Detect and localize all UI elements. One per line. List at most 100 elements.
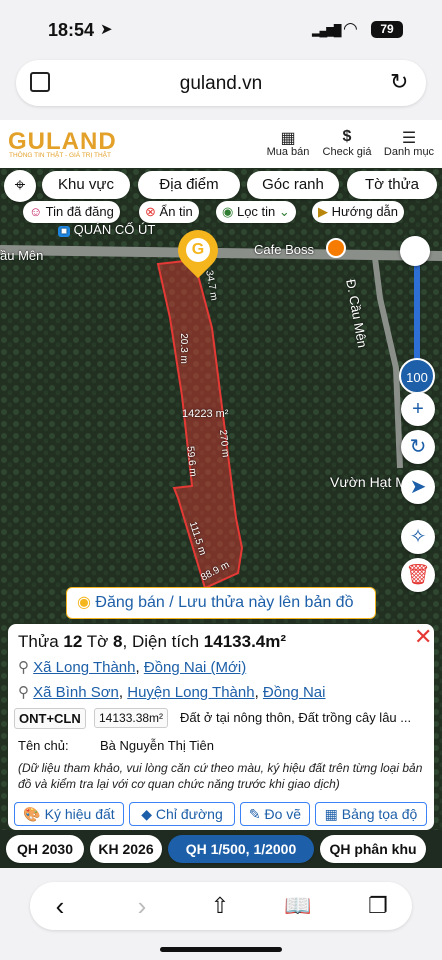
loc-tin-label: Lọc tin bbox=[236, 204, 276, 219]
province-link[interactable]: Đồng Nai (Mới) bbox=[144, 659, 246, 676]
bookmarks-icon[interactable]: 📖 bbox=[280, 890, 316, 922]
title-prefix: Thửa bbox=[18, 632, 59, 651]
addr-sep: , bbox=[135, 659, 140, 676]
pin-icon: ◉ bbox=[222, 204, 234, 219]
tab-qh-phan-khu[interactable]: QH phân khu bbox=[320, 835, 426, 863]
filter-khu-vuc[interactable]: Khu vực bbox=[42, 171, 130, 199]
ky-hieu-dat-button[interactable]: 🎨 Ký hiệu đất bbox=[14, 802, 124, 826]
navigate-icon[interactable]: ➤ bbox=[401, 470, 435, 504]
post-listing-banner[interactable]: ◉ Đăng bán / Lưu thửa này lên bản đồ bbox=[66, 587, 376, 619]
hamburger-icon: ☰ bbox=[401, 130, 417, 147]
sheet-number: 8 bbox=[113, 632, 123, 651]
zoom-slider-top-knob[interactable] bbox=[400, 236, 430, 266]
bang-toa-do-button[interactable]: ▦ Bảng tọa độ bbox=[315, 802, 427, 826]
danh-muc-label: Danh mục bbox=[383, 146, 435, 158]
share-icon[interactable]: ⇧ bbox=[202, 890, 238, 922]
tab-qh-2030[interactable]: QH 2030 bbox=[6, 835, 84, 863]
an-tin-label: Ẩn tin bbox=[159, 204, 193, 219]
cafe-icon[interactable] bbox=[326, 238, 346, 258]
address-new: ⚲ Xã Long Thành, Đồng Nai (Mới) bbox=[18, 658, 246, 676]
old-province-link[interactable]: Đồng Nai bbox=[263, 684, 326, 701]
old-commune-link[interactable]: Xã Bình Sơn bbox=[33, 684, 119, 701]
tab-kh-2026[interactable]: KH 2026 bbox=[90, 835, 162, 863]
direction-icon: ◆ bbox=[141, 806, 153, 822]
tin-da-dang-chip[interactable]: ☺ Tin đã đăng bbox=[23, 201, 120, 223]
tabs-icon[interactable]: ❐ bbox=[360, 890, 396, 922]
map-pin-icon: ⚲ bbox=[18, 659, 29, 676]
delete-icon[interactable]: 🗑 bbox=[401, 558, 435, 592]
map-label-shop: ■ QUÁN CỐ ÚT bbox=[58, 222, 155, 237]
poi-label: Vườn Hạt M bbox=[330, 474, 407, 490]
land-code-tag: ONT+CLN bbox=[14, 708, 86, 729]
wifi-icon: ◠ bbox=[343, 19, 358, 38]
ky-hieu-dat-label: Ký hiệu đất bbox=[44, 806, 115, 822]
parcel-number: 12 bbox=[63, 632, 83, 651]
area-prefix: , Diện tích bbox=[122, 632, 200, 651]
huong-dan-label: Hướng dẫn bbox=[331, 204, 399, 219]
guland-pin-icon: ◉ bbox=[77, 594, 91, 611]
play-icon: ▶ bbox=[318, 204, 328, 219]
dim-label: 20.3 m bbox=[177, 333, 189, 364]
tab-qh-1-500[interactable]: QH 1/500, 1/2000 bbox=[168, 835, 314, 863]
close-circle-icon: ⊗ bbox=[145, 204, 156, 219]
chi-duong-button[interactable]: ◆ Chỉ đường bbox=[129, 802, 235, 826]
status-bar: 18:54 ➤ ▂▄▆█ ◠ 79 bbox=[0, 0, 442, 58]
close-icon[interactable]: ✕ bbox=[414, 624, 432, 650]
huong-dan-chip[interactable]: ▶ Hướng dẫn bbox=[312, 201, 405, 223]
cafe-label: Cafe Boss bbox=[254, 242, 314, 257]
bang-toa-do-label: Bảng tọa độ bbox=[341, 806, 418, 822]
dollar-icon: $ bbox=[342, 128, 352, 145]
chi-duong-label: Chỉ đường bbox=[155, 806, 223, 822]
clock: 18:54 bbox=[48, 20, 95, 40]
old-district-link[interactable]: Huyện Long Thành bbox=[127, 684, 254, 701]
forward-icon[interactable]: › bbox=[124, 890, 160, 922]
danh-muc-button[interactable]: ☰ Danh mục bbox=[382, 128, 436, 158]
palette-icon: 🎨 bbox=[23, 806, 41, 822]
signal-icon: ▂▄▆█ bbox=[312, 25, 341, 37]
parcel-info-card: Thửa 12 Tờ 8, Diện tích 14133.4m² ✕ ⚲ Xã… bbox=[8, 624, 434, 830]
sheet-prefix: Tờ bbox=[86, 632, 109, 651]
refresh-icon[interactable]: ↻ bbox=[401, 430, 435, 464]
parcel-title: Thửa 12 Tờ 8, Diện tích 14133.4m² bbox=[18, 632, 286, 652]
do-ve-button[interactable]: ✎ Đo vẽ bbox=[240, 802, 310, 826]
parcel-area: 14133.4m² bbox=[203, 632, 287, 651]
tin-da-dang-label: Tin đã đăng bbox=[45, 204, 114, 219]
building-icon: ▦ bbox=[280, 130, 296, 147]
reload-icon[interactable]: ↻ bbox=[390, 69, 408, 95]
disclaimer: (Dữ liệu tham khảo, vui lòng căn cứ theo… bbox=[18, 761, 423, 791]
ruler-icon: ✎ bbox=[248, 806, 261, 822]
filter-to-thua[interactable]: Tờ thửa bbox=[347, 171, 437, 199]
table-icon: ▦ bbox=[324, 806, 338, 822]
home-indicator bbox=[160, 947, 282, 952]
back-icon[interactable]: ‹ bbox=[42, 890, 78, 922]
pin-logo: G bbox=[186, 238, 210, 262]
url-text[interactable]: guland.vn bbox=[16, 73, 426, 95]
logo-tagline: THÔNG TIN THẬT - GIÁ TRỊ THẬT bbox=[9, 152, 111, 159]
zoom-in-icon[interactable]: + bbox=[401, 392, 435, 426]
post-listing-label: Đăng bán / Lưu thửa này lên bản đồ bbox=[95, 594, 354, 611]
measure-icon[interactable]: ✧ bbox=[401, 520, 435, 554]
locate-icon[interactable]: ⌖ bbox=[4, 170, 36, 202]
filter-dia-diem[interactable]: Địa điểm bbox=[138, 171, 240, 199]
chevron-down-icon: ⌄ bbox=[278, 204, 290, 219]
owner-label: Tên chủ: bbox=[18, 738, 69, 753]
road-label-left: ầu Mên bbox=[0, 248, 44, 263]
address-bar[interactable]: guland.vn ↻ bbox=[16, 60, 426, 106]
check-gia-button[interactable]: $ Check giá bbox=[320, 128, 374, 158]
commune-link[interactable]: Xã Long Thành bbox=[33, 659, 135, 676]
filter-goc-ranh[interactable]: Góc ranh bbox=[247, 171, 339, 199]
owner-name: Bà Nguyễn Thị Tiên bbox=[100, 738, 214, 753]
mua-ban-label: Mua bán bbox=[266, 146, 310, 158]
land-area-tag: 14133.38m² bbox=[94, 708, 169, 728]
an-tin-chip[interactable]: ⊗ Ẩn tin bbox=[139, 201, 199, 223]
parcel-area-label: 14223 m² bbox=[182, 408, 229, 420]
address-old: ⚲ Xã Bình Sơn, Huyện Long Thành, Đồng Na… bbox=[18, 684, 326, 701]
zoom-level[interactable]: 100 bbox=[399, 358, 435, 394]
user-icon: ☺ bbox=[29, 204, 43, 219]
do-ve-label: Đo vẽ bbox=[264, 806, 302, 822]
shop-label: QUÁN CỐ ÚT bbox=[73, 222, 156, 237]
mua-ban-button[interactable]: ▦ Mua bán bbox=[264, 128, 312, 158]
location-arrow-icon: ➤ bbox=[100, 21, 113, 38]
loc-tin-chip[interactable]: ◉ Lọc tin ⌄ bbox=[216, 201, 296, 223]
battery-indicator: 79 bbox=[371, 21, 403, 38]
